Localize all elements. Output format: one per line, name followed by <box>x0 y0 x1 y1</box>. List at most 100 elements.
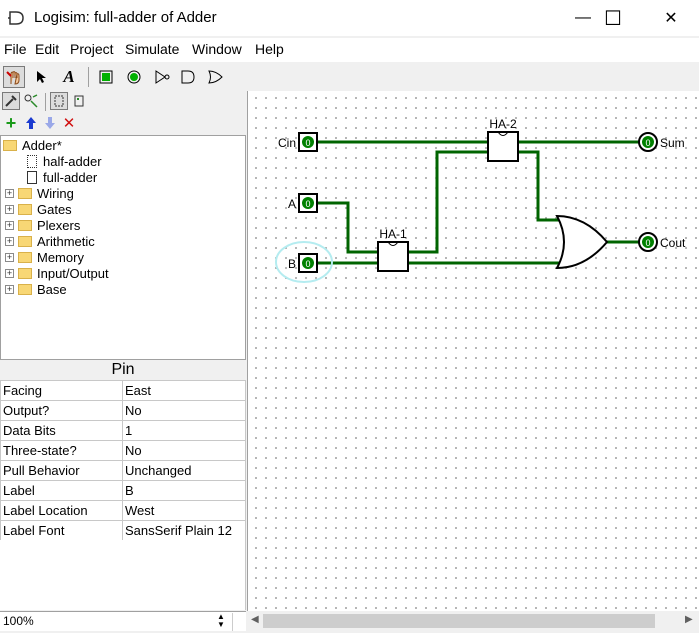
expand-icon[interactable]: + <box>5 268 14 278</box>
folder-icon <box>18 283 32 295</box>
expand-icon[interactable]: + <box>5 188 14 198</box>
pin-value: 0 <box>305 138 310 148</box>
attr-key: Three-state? <box>0 440 123 461</box>
attr-value[interactable]: 1 <box>122 420 246 441</box>
move-down-icon[interactable] <box>41 113 59 133</box>
folder-icon <box>18 219 32 231</box>
attr-value[interactable]: B <box>122 480 246 501</box>
menu-simulate[interactable]: Simulate <box>125 41 179 57</box>
zoom-value[interactable]: 100% <box>3 614 34 628</box>
output-pin-cout[interactable]: 0 Cout <box>638 232 686 252</box>
attr-row[interactable]: Label Location West <box>0 500 246 521</box>
circuit-label: full-adder <box>43 169 98 185</box>
expand-icon[interactable]: + <box>5 284 14 294</box>
pin-label: Sum <box>660 136 685 150</box>
attr-key: Facing <box>0 380 123 401</box>
tree-project[interactable]: Adder* <box>3 137 62 153</box>
pin-value: 0 <box>305 259 310 269</box>
output-pin-tool-icon[interactable] <box>123 66 145 88</box>
circuit-layout-icon[interactable] <box>50 92 68 110</box>
menu-edit[interactable]: Edit <box>35 41 59 57</box>
tree-library-input-output[interactable]: + Input/Output <box>5 265 109 281</box>
poke-tool-icon[interactable] <box>3 66 25 88</box>
attr-row[interactable]: Pull Behavior Unchanged <box>0 460 246 481</box>
simulation-tree-icon[interactable] <box>22 92 40 110</box>
scroll-left-icon[interactable]: ◀ <box>251 614 259 625</box>
circuit-appearance-icon[interactable] <box>70 92 88 110</box>
output-pin-sum[interactable]: 0 Sum <box>638 132 685 152</box>
window-title: Logisim: full-adder of Adder <box>34 9 217 26</box>
attr-value[interactable]: No <box>122 400 246 421</box>
input-pin-b[interactable]: 0 B <box>288 253 318 273</box>
attr-row[interactable]: Label B <box>0 480 246 501</box>
logisim-app-icon <box>8 11 24 25</box>
expand-icon[interactable]: + <box>5 252 14 262</box>
expand-icon[interactable]: + <box>5 220 14 230</box>
expand-icon[interactable]: + <box>5 236 14 246</box>
input-pin-a[interactable]: 0 A <box>288 193 318 213</box>
main-toolbar: A <box>0 63 699 91</box>
attr-row[interactable]: Facing East <box>0 380 246 401</box>
subcircuit-label: HA-1 <box>379 227 407 241</box>
or-gate-tool-icon[interactable] <box>204 66 226 88</box>
or-gate[interactable] <box>555 214 609 270</box>
circuit-diagram[interactable]: 0 Cin 0 A 0 B HA-1 HA-2 0 Sum 0 Cout <box>248 91 699 611</box>
attr-row[interactable]: Three-state? No <box>0 440 246 461</box>
scroll-right-icon[interactable]: ▶ <box>685 614 693 625</box>
library-label: Base <box>37 281 67 297</box>
zoom-spinner-icon[interactable]: ▲ ▼ <box>214 613 228 631</box>
attribute-panel-empty <box>0 540 246 610</box>
tree-circuit-half-adder[interactable]: half-adder <box>27 153 102 169</box>
attr-value[interactable]: No <box>122 440 246 461</box>
library-label: Plexers <box>37 217 81 233</box>
tree-library-gates[interactable]: + Gates <box>5 201 72 217</box>
text-tool-icon[interactable]: A <box>58 66 80 88</box>
project-label: Adder* <box>22 137 62 153</box>
select-tool-icon[interactable] <box>30 66 52 88</box>
tree-library-base[interactable]: + Base <box>5 281 67 297</box>
tree-library-wiring[interactable]: + Wiring <box>5 185 74 201</box>
attr-row[interactable]: Label Font SansSerif Plain 12 <box>0 520 246 541</box>
zoom-dropdown[interactable] <box>232 613 244 631</box>
menu-bar: File Edit Project Simulate Window Help <box>0 38 699 62</box>
menu-project[interactable]: Project <box>70 41 114 57</box>
not-gate-tool-icon[interactable] <box>151 66 173 88</box>
circuit-canvas[interactable]: 0 Cin 0 A 0 B HA-1 HA-2 0 Sum 0 Cout <box>247 91 699 611</box>
menu-help[interactable]: Help <box>255 41 284 57</box>
attr-row[interactable]: Data Bits 1 <box>0 420 246 441</box>
maximize-button[interactable]: ☐ <box>590 0 636 36</box>
toolbar-separator <box>88 67 89 87</box>
explorer-tree: Adder* half-adder full-adder + Wiring + … <box>0 135 246 360</box>
input-pin-cin[interactable]: 0 Cin <box>278 132 318 152</box>
horizontal-scrollbar[interactable]: ◀ ▶ <box>247 611 699 631</box>
attr-key: Label Font <box>0 520 123 541</box>
tree-library-memory[interactable]: + Memory <box>5 249 84 265</box>
attr-value[interactable]: West <box>122 500 246 521</box>
move-up-icon[interactable] <box>22 113 40 133</box>
input-pin-tool-icon[interactable] <box>95 66 117 88</box>
delete-circuit-icon[interactable]: ✕ <box>60 113 78 133</box>
toolbar-separator <box>45 93 46 111</box>
menu-file[interactable]: File <box>4 41 27 57</box>
attr-row[interactable]: Output? No <box>0 400 246 421</box>
menu-window[interactable]: Window <box>192 41 242 57</box>
logisim-window: Logisim: full-adder of Adder — ☐ ✕ File … <box>0 0 699 633</box>
tree-library-arithmetic[interactable]: + Arithmetic <box>5 233 95 249</box>
toolbox-view-icon[interactable] <box>2 92 20 110</box>
expand-icon[interactable]: + <box>5 204 14 214</box>
scrollbar-thumb[interactable] <box>263 614 655 628</box>
attr-value[interactable]: SansSerif Plain 12 <box>122 520 246 541</box>
attribute-table: Facing East Output? No Data Bits 1 Three-st… <box>0 380 246 541</box>
magnifier-subcircuit-icon <box>27 170 37 184</box>
attr-value[interactable]: Unchanged <box>122 460 246 481</box>
subcircuit-ha-2[interactable]: HA-2 <box>487 117 519 162</box>
tree-circuit-full-adder[interactable]: full-adder <box>27 169 97 185</box>
zoom-control[interactable]: 100% ▲ ▼ <box>0 611 246 631</box>
tree-library-plexers[interactable]: + Plexers <box>5 217 80 233</box>
and-gate-tool-icon[interactable] <box>177 66 199 88</box>
attr-key: Output? <box>0 400 123 421</box>
add-circuit-icon[interactable]: + <box>2 113 20 133</box>
attr-value[interactable]: East <box>122 380 246 401</box>
subcircuit-ha-1[interactable]: HA-1 <box>377 227 409 272</box>
close-button[interactable]: ✕ <box>648 0 694 36</box>
